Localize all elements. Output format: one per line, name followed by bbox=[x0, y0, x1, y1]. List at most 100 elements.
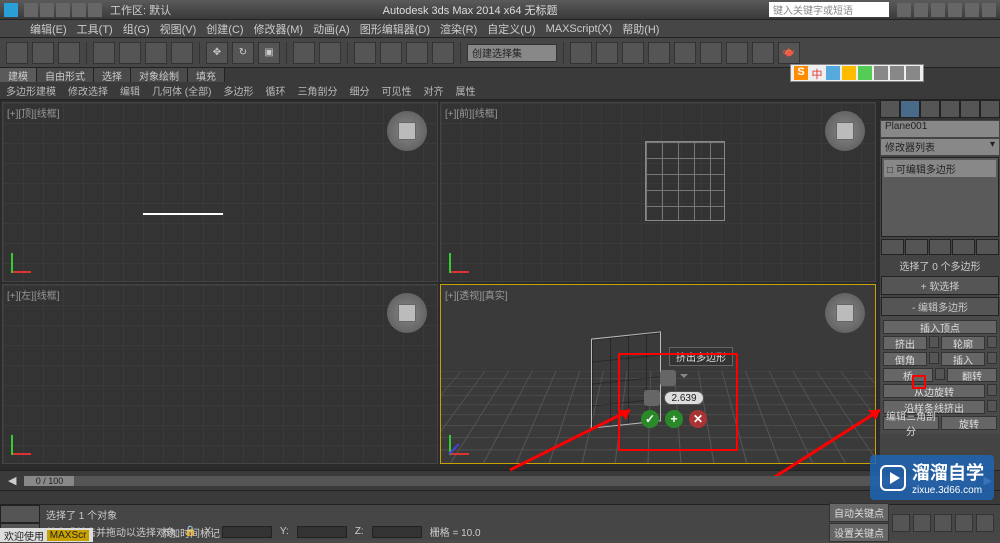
retriangulate-button[interactable]: 旋转 bbox=[941, 416, 997, 430]
menu-create[interactable]: 创建(C) bbox=[206, 21, 243, 37]
inset-button[interactable]: 插入 bbox=[941, 352, 985, 366]
scale-icon[interactable]: ▣ bbox=[258, 42, 280, 64]
tab-display-icon[interactable] bbox=[960, 100, 980, 118]
selection-set-dropdown[interactable]: 创建选择集 bbox=[467, 44, 557, 62]
maximize-icon[interactable] bbox=[965, 3, 979, 17]
center-icon[interactable] bbox=[319, 42, 341, 64]
hinge-settings-button[interactable] bbox=[987, 384, 997, 396]
inset-settings-button[interactable] bbox=[987, 352, 997, 364]
percent-snap-icon[interactable] bbox=[406, 42, 428, 64]
goto-start-icon[interactable] bbox=[892, 514, 910, 532]
schematic-icon[interactable] bbox=[674, 42, 696, 64]
bind-icon[interactable] bbox=[58, 42, 80, 64]
ribbon-sub-polymodel[interactable]: 多边形建模 bbox=[0, 83, 62, 98]
time-slider-thumb[interactable]: 0 / 100 bbox=[24, 476, 74, 486]
bridge-settings-button[interactable] bbox=[935, 368, 945, 380]
mirror-icon[interactable] bbox=[570, 42, 592, 64]
outline-button[interactable]: 轮廓 bbox=[941, 336, 985, 350]
track-bar[interactable] bbox=[0, 490, 1000, 504]
menu-render[interactable]: 渲染(R) bbox=[440, 21, 477, 37]
add-time-tag-label[interactable]: 添加时间标记 bbox=[160, 525, 220, 540]
object-name-field[interactable]: Plane001 bbox=[881, 121, 999, 137]
time-slider[interactable]: ◀ 0 / 100 ▶ bbox=[0, 470, 1000, 490]
ribbon-sub-align[interactable]: 对齐 bbox=[417, 83, 449, 98]
workspace-selector[interactable]: 工作区: 默认 bbox=[110, 2, 171, 18]
ribbon-sub-poly[interactable]: 多边形 bbox=[217, 83, 259, 98]
outline-settings-button[interactable] bbox=[987, 336, 997, 348]
ribbon-sub-geom[interactable]: 几何体 (全部) bbox=[146, 83, 217, 98]
render-icon[interactable]: 🫖 bbox=[778, 42, 800, 64]
curve-editor-icon[interactable] bbox=[648, 42, 670, 64]
ribbon-tab-selection[interactable]: 选择 bbox=[94, 68, 131, 82]
qat-save-icon[interactable] bbox=[56, 3, 70, 17]
configure-icon[interactable] bbox=[976, 239, 999, 255]
material-editor-icon[interactable] bbox=[700, 42, 722, 64]
close-icon[interactable] bbox=[982, 3, 996, 17]
maxscript-tab[interactable]: MAXScr bbox=[47, 530, 90, 541]
render-setup-icon[interactable] bbox=[726, 42, 748, 64]
rollout-edit-polygons[interactable]: - 编辑多边形 bbox=[881, 297, 999, 316]
next-frame-icon[interactable] bbox=[955, 514, 973, 532]
welcome-tab[interactable]: 欢迎使用 MAXScr bbox=[0, 528, 93, 542]
ribbon-sub-loop[interactable]: 循环 bbox=[259, 83, 291, 98]
favorites-icon[interactable] bbox=[914, 3, 928, 17]
refsys-icon[interactable] bbox=[293, 42, 315, 64]
tab-modify-icon[interactable] bbox=[900, 100, 920, 118]
set-key-button[interactable]: 设置关键点 bbox=[829, 523, 889, 542]
stack-item-editable-poly[interactable]: □ 可编辑多边形 bbox=[884, 160, 996, 177]
snap-icon[interactable] bbox=[354, 42, 376, 64]
ribbon-sub-tri[interactable]: 三角剖分 bbox=[291, 83, 343, 98]
help-icon[interactable] bbox=[931, 3, 945, 17]
ribbon-tab-freeform[interactable]: 自由形式 bbox=[37, 68, 94, 82]
bevel-settings-button[interactable] bbox=[929, 352, 939, 364]
viewcube-left[interactable] bbox=[387, 293, 427, 333]
ime-toolbar[interactable]: S 中 bbox=[790, 64, 924, 82]
extrude-button[interactable]: 挤出 bbox=[883, 336, 927, 350]
viewcube-persp[interactable] bbox=[825, 293, 865, 333]
bevel-button[interactable]: 倒角 bbox=[883, 352, 927, 366]
tab-hierarchy-icon[interactable] bbox=[920, 100, 940, 118]
coord-y-input[interactable] bbox=[297, 526, 347, 538]
help-search-input[interactable]: 键入关键字或短语 bbox=[769, 2, 889, 17]
ribbon-tab-populate[interactable]: 填充 bbox=[188, 68, 225, 82]
flip-button[interactable]: 翻转 bbox=[947, 368, 997, 382]
ribbon-sub-modsel[interactable]: 修改选择 bbox=[62, 83, 114, 98]
coord-x-input[interactable] bbox=[222, 526, 272, 538]
ime-emoji-icon[interactable] bbox=[842, 66, 856, 80]
angle-snap-icon[interactable] bbox=[380, 42, 402, 64]
edit-tri-button[interactable]: 编辑三角剖分 bbox=[883, 416, 939, 430]
ribbon-sub-edit[interactable]: 编辑 bbox=[114, 83, 146, 98]
move-icon[interactable]: ✥ bbox=[206, 42, 228, 64]
ime-lang-icon[interactable]: 中 bbox=[810, 66, 824, 80]
timeline-left-icon[interactable]: ◀ bbox=[8, 474, 16, 487]
ribbon-tab-paint[interactable]: 对象绘制 bbox=[131, 68, 188, 82]
viewport-left-label[interactable]: [+][左][线框] bbox=[7, 287, 60, 302]
menu-modifiers[interactable]: 修改器(M) bbox=[254, 21, 304, 37]
qat-new-icon[interactable] bbox=[24, 3, 38, 17]
rollout-soft-selection[interactable]: + 软选择 bbox=[881, 276, 999, 295]
menu-maxscript[interactable]: MAXScript(X) bbox=[546, 23, 613, 35]
goto-end-icon[interactable] bbox=[976, 514, 994, 532]
select-icon[interactable] bbox=[93, 42, 115, 64]
menu-views[interactable]: 视图(V) bbox=[160, 21, 197, 37]
menu-tools[interactable]: 工具(T) bbox=[77, 21, 113, 37]
tab-utilities-icon[interactable] bbox=[980, 100, 1000, 118]
unlink-icon[interactable] bbox=[32, 42, 54, 64]
ime-skin-icon[interactable] bbox=[890, 66, 904, 80]
menu-edit[interactable]: 编辑(E) bbox=[30, 21, 67, 37]
viewport-left[interactable]: [+][左][线框] bbox=[2, 284, 438, 464]
layers-icon[interactable] bbox=[622, 42, 644, 64]
qat-open-icon[interactable] bbox=[40, 3, 54, 17]
viewport-persp-label[interactable]: [+][透视][真实] bbox=[445, 287, 508, 302]
link-icon[interactable] bbox=[6, 42, 28, 64]
auto-key-button[interactable]: 自动关键点 bbox=[829, 503, 889, 522]
ribbon-sub-subdiv[interactable]: 细分 bbox=[343, 83, 375, 98]
select-region-icon[interactable] bbox=[145, 42, 167, 64]
qat-redo-icon[interactable] bbox=[88, 3, 102, 17]
menu-animation[interactable]: 动画(A) bbox=[313, 21, 350, 37]
hinge-button[interactable]: 从边旋转 bbox=[883, 384, 985, 398]
qat-undo-icon[interactable] bbox=[72, 3, 86, 17]
extrude-settings-button[interactable] bbox=[929, 336, 939, 348]
play-icon[interactable] bbox=[934, 514, 952, 532]
minimize-icon[interactable] bbox=[948, 3, 962, 17]
